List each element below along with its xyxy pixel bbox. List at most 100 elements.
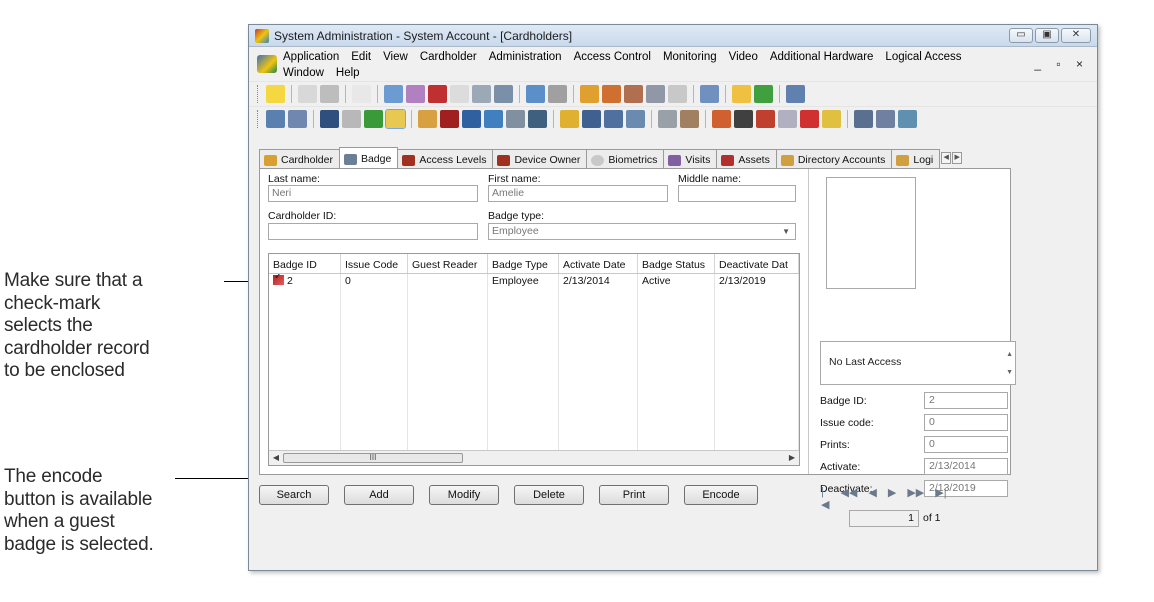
satellite-icon[interactable] (898, 110, 917, 128)
receiver-icon[interactable] (506, 110, 525, 128)
menu-view[interactable]: View (383, 51, 408, 63)
alarm-panel-icon[interactable] (385, 109, 406, 129)
controller-icon[interactable] (320, 110, 339, 128)
badge-id-field[interactable]: 2 (924, 392, 1008, 409)
minimize-button[interactable]: ▭ (1009, 28, 1033, 43)
menu-logical-access[interactable]: Logical Access (885, 51, 961, 63)
toolbar-grip[interactable] (257, 85, 260, 103)
chevron-down-icon[interactable]: ▼ (782, 227, 790, 236)
badge-layout-icon[interactable] (472, 85, 491, 103)
menu-help[interactable]: Help (336, 67, 360, 79)
search-button[interactable]: Search (259, 485, 329, 505)
column-header-badge-status[interactable]: Badge Status (638, 254, 715, 273)
card-reader-icon[interactable] (342, 110, 361, 128)
horizontal-scrollbar[interactable]: ◀ III ▶ (269, 450, 799, 465)
scroll-left-icon[interactable]: ◀ (271, 453, 281, 462)
monitor-icon[interactable] (734, 110, 753, 128)
workstations-icon[interactable] (288, 110, 307, 128)
scroll-thumb[interactable]: III (283, 453, 463, 463)
camera-icon[interactable] (364, 110, 383, 128)
column-header-deactivate-date[interactable]: Deactivate Dat (715, 254, 799, 273)
clock-icon[interactable] (732, 85, 751, 103)
dvr-icon[interactable] (528, 110, 547, 128)
next-page-icon[interactable]: ▶▶ (907, 486, 924, 511)
tab-logical-access[interactable]: Logi (891, 149, 941, 168)
middle-name-field[interactable] (678, 185, 796, 202)
guard-tour-icon[interactable] (582, 110, 601, 128)
tab-biometrics[interactable]: Biometrics (586, 149, 665, 168)
panels-icon[interactable] (668, 85, 687, 103)
access-levels-icon[interactable] (602, 85, 621, 103)
menu-additional-hardware[interactable]: Additional Hardware (770, 51, 874, 63)
folder-icon[interactable] (822, 110, 841, 128)
schedule-icon[interactable] (778, 110, 797, 128)
tab-device-owner[interactable]: Device Owner (492, 149, 588, 168)
previous-page-icon[interactable]: ◀◀ (840, 486, 857, 511)
segments-icon[interactable] (854, 110, 873, 128)
tab-directory-accounts[interactable]: Directory Accounts (775, 149, 893, 168)
printer-icon[interactable] (548, 85, 567, 103)
menu-access-control[interactable]: Access Control (574, 51, 651, 63)
readers-icon[interactable] (646, 85, 665, 103)
tab-badge[interactable]: Badge (338, 147, 399, 168)
tab-access-levels[interactable]: Access Levels (397, 149, 494, 168)
intercom-icon[interactable] (418, 110, 437, 128)
first-record-icon[interactable]: |◀ (821, 486, 829, 511)
scroll-right-icon[interactable]: ▶ (787, 453, 797, 462)
first-name-field[interactable]: Amelie (488, 185, 668, 202)
system-tree-icon[interactable] (266, 110, 285, 128)
alarm-icon[interactable] (754, 85, 773, 103)
column-header-guest-reader[interactable]: Guest Reader (408, 254, 488, 273)
import-icon[interactable] (700, 85, 719, 103)
toolbar-grip[interactable] (257, 110, 260, 128)
next-record-icon[interactable]: ▶ (888, 486, 896, 511)
menu-cardholder[interactable]: Cardholder (420, 51, 477, 63)
tab-scroll-left-icon[interactable]: ◀ (941, 152, 952, 164)
restore-button[interactable]: ▣ (1035, 28, 1059, 43)
activate-field[interactable]: 2/13/2014 (924, 458, 1008, 475)
menu-video[interactable]: Video (729, 51, 758, 63)
delete-button[interactable]: Delete (514, 485, 584, 505)
elevator-icon[interactable] (462, 110, 481, 128)
report-icon[interactable] (450, 85, 469, 103)
input-icon[interactable] (658, 110, 677, 128)
tab-assets[interactable]: Assets (716, 149, 777, 168)
badge-type-select[interactable]: Employee ▼ (488, 223, 796, 240)
column-header-badge-id[interactable]: Badge ID (269, 254, 341, 273)
document-icon[interactable] (257, 55, 277, 73)
menu-administration[interactable]: Administration (489, 51, 562, 63)
last-access-scroll[interactable]: ▲ ▼ (1006, 346, 1013, 382)
network-icon[interactable] (786, 85, 805, 103)
area-icon[interactable] (626, 110, 645, 128)
checkmark-badge-icon[interactable] (273, 274, 284, 285)
timezones-icon[interactable] (624, 85, 643, 103)
print-icon[interactable] (320, 85, 339, 103)
cardholders-icon[interactable] (384, 85, 403, 103)
person-add-icon[interactable] (756, 110, 775, 128)
issue-code-field[interactable]: 0 (924, 414, 1008, 431)
mdi-window-controls[interactable]: _ ▫ × (1034, 57, 1089, 71)
door-icon[interactable] (440, 110, 459, 128)
users-icon[interactable] (526, 85, 545, 103)
output-icon[interactable] (680, 110, 699, 128)
muster-icon[interactable] (604, 110, 623, 128)
print-preview-icon[interactable] (298, 85, 317, 103)
card-format-icon[interactable] (494, 85, 513, 103)
assets-icon[interactable] (428, 85, 447, 103)
tab-cardholder[interactable]: Cardholder (259, 149, 340, 168)
print-button[interactable]: Print (599, 485, 669, 505)
visits-icon[interactable] (406, 85, 425, 103)
target-icon[interactable] (800, 110, 819, 128)
event-icon[interactable] (712, 110, 731, 128)
key-icon[interactable] (266, 85, 285, 103)
column-header-issue-code[interactable]: Issue Code (341, 254, 408, 273)
previous-record-icon[interactable]: ◀ (868, 486, 876, 511)
link-icon[interactable] (876, 110, 895, 128)
add-button[interactable]: Add (344, 485, 414, 505)
help-icon[interactable] (352, 85, 371, 103)
menu-edit[interactable]: Edit (351, 51, 371, 63)
title-bar[interactable]: System Administration - System Account -… (249, 25, 1097, 47)
close-button[interactable]: ✕ (1061, 28, 1091, 43)
cardholder-id-field[interactable] (268, 223, 478, 240)
menu-monitoring[interactable]: Monitoring (663, 51, 717, 63)
